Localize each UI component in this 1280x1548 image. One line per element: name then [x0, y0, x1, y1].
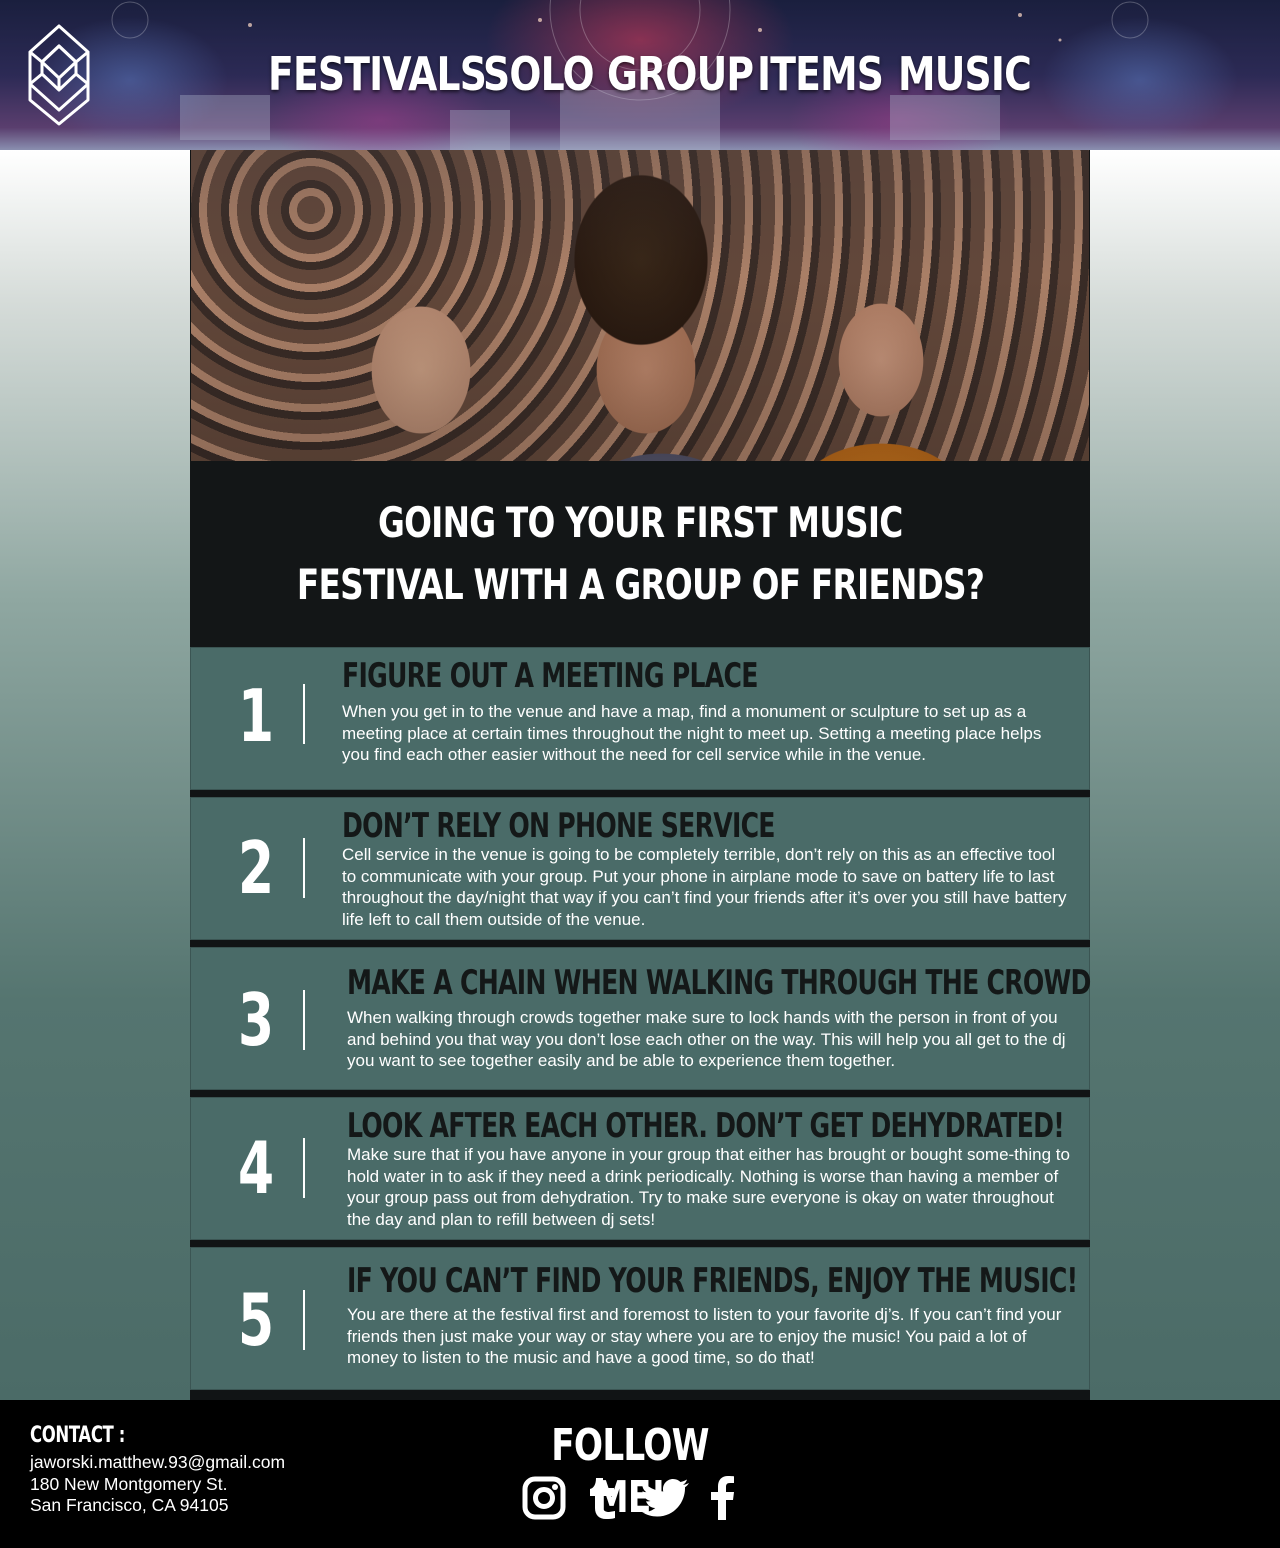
contact-heading: CONTACT : [30, 1423, 126, 1448]
tip-title: DON’T RELY ON PHONE SERVICE [342, 806, 775, 846]
tip-number: 4 [238, 1126, 275, 1210]
intro-banner: GOING TO YOUR FIRST MUSIC FESTIVAL WITH … [190, 461, 1090, 647]
tip-body: When you get in to the venue and have a … [342, 702, 1042, 764]
tip-number: 2 [238, 826, 275, 910]
site-footer: CONTACT : jaworski.matthew.93@gmail.com … [0, 1400, 1280, 1548]
main-content: GOING TO YOUR FIRST MUSIC FESTIVAL WITH … [190, 150, 1091, 1400]
main-nav: FESTIVALS SOLO GROUP ITEMS MUSIC [268, 48, 1032, 100]
intro-heading-line-1: GOING TO YOUR FIRST MUSIC [377, 498, 903, 547]
tip-body: When walking through crowds together mak… [347, 1008, 1066, 1070]
tip-body: Cell service in the venue is going to be… [342, 845, 1067, 929]
tip-divider [303, 684, 305, 744]
tip-title: IF YOU CAN’T FIND YOUR FRIENDS, ENJOY TH… [347, 1261, 1078, 1301]
twitter-icon[interactable] [642, 1476, 690, 1520]
tip-number: 1 [238, 674, 275, 758]
nav-item-music[interactable]: MUSIC [898, 48, 1032, 100]
tip-body: You are there at the festival first and … [347, 1305, 1062, 1367]
nav-item-items[interactable]: ITEMS [757, 48, 884, 100]
tip-number: 5 [238, 1278, 275, 1362]
tip-card-4: 4 LOOK AFTER EACH OTHER. DON’T GET DEHYD… [190, 1097, 1090, 1240]
tip-divider [303, 1138, 305, 1198]
tumblr-icon[interactable] [588, 1476, 620, 1520]
contact-email-link[interactable]: jaworski.matthew.93@gmail.com [30, 1452, 285, 1474]
tip-body: Make sure that if you have anyone in you… [347, 1145, 1070, 1229]
tip-title: MAKE A CHAIN WHEN WALKING THROUGH THE CR… [347, 963, 1091, 1003]
tip-divider [303, 1290, 305, 1350]
contact-address-line-2: San Francisco, CA 94105 [30, 1495, 229, 1515]
nav-item-festivals[interactable]: FESTIVALS [268, 48, 487, 100]
facebook-icon[interactable] [708, 1476, 736, 1520]
contact-address-line-1: 180 New Montgomery St. [30, 1474, 228, 1494]
nav-item-solo[interactable]: SOLO [483, 48, 595, 100]
tip-title: LOOK AFTER EACH OTHER. DON’T GET DEHYDRA… [347, 1106, 1065, 1146]
tip-number: 3 [238, 978, 275, 1062]
mw-monogram-logo[interactable] [24, 22, 94, 128]
site-header: FESTIVALS SOLO GROUP ITEMS MUSIC [0, 0, 1280, 150]
tip-divider [303, 990, 305, 1050]
tip-card-1: 1 FIGURE OUT A MEETING PLACE When you ge… [190, 647, 1090, 790]
hero-overlay [191, 150, 1089, 461]
festival-crowd-photo [191, 150, 1089, 461]
tip-card-2: 2 DON’T RELY ON PHONE SERVICE Cell servi… [190, 797, 1090, 940]
instagram-icon[interactable] [522, 1476, 566, 1520]
tip-title: FIGURE OUT A MEETING PLACE [342, 656, 758, 696]
tip-card-3: 3 MAKE A CHAIN WHEN WALKING THROUGH THE … [190, 947, 1091, 1090]
nav-item-group[interactable]: GROUP [607, 48, 754, 100]
tip-divider [303, 838, 305, 898]
tip-card-5: 5 IF YOU CAN’T FIND YOUR FRIENDS, ENJOY … [190, 1247, 1090, 1390]
intro-heading-line-2: FESTIVAL WITH A GROUP OF FRIENDS? [296, 560, 984, 609]
